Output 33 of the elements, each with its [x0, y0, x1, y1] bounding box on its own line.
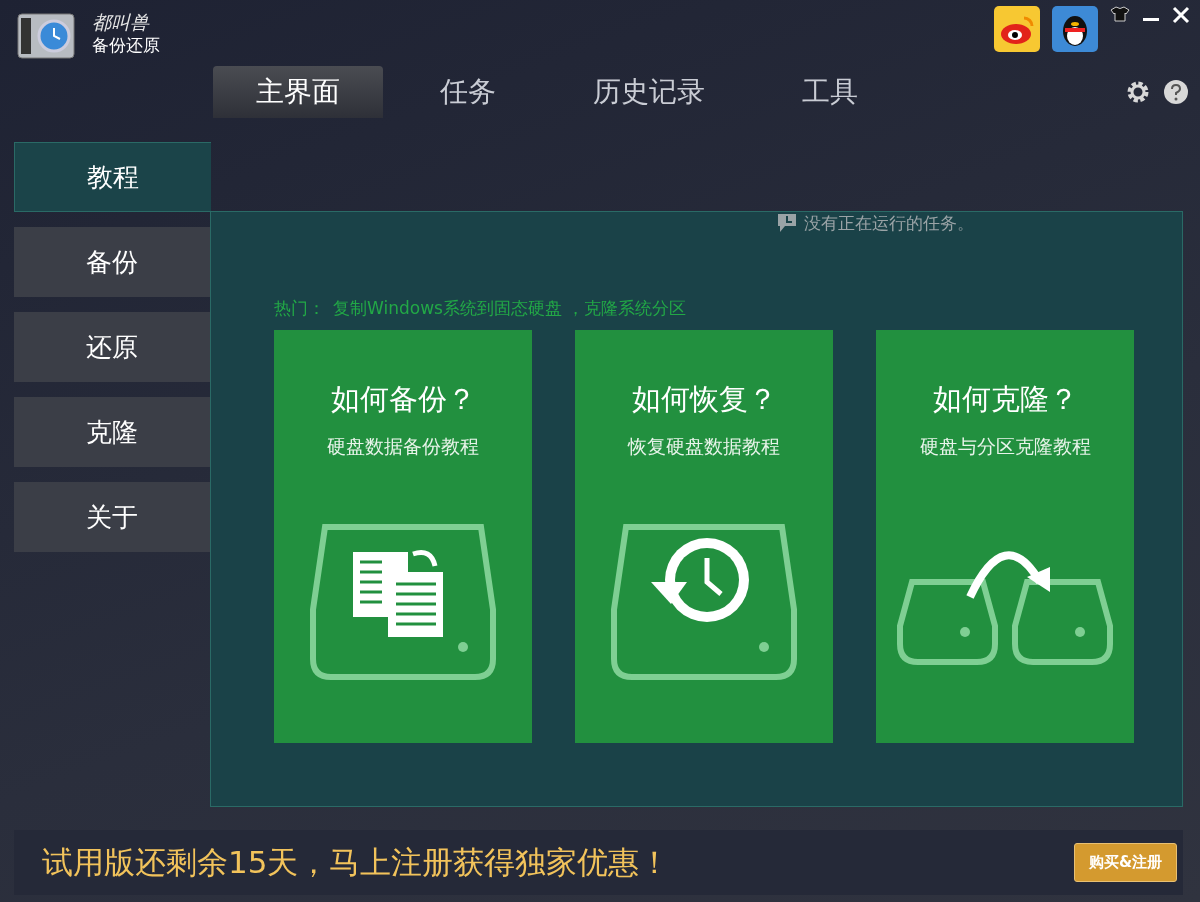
card-subtitle: 恢复硬盘数据教程 — [628, 434, 780, 459]
sidebar-item[interactable]: 还原 — [14, 312, 210, 382]
settings-icon[interactable] — [1126, 80, 1150, 104]
sidebar-item[interactable]: 备份 — [14, 227, 210, 297]
app-name: 备份还原 — [92, 34, 160, 56]
trial-message: 试用版还剩余15天，马上注册获得独家优惠！ — [42, 842, 671, 882]
drive-with-documents-icon — [308, 522, 498, 682]
hot-link[interactable]: 复制Windows系统到固态硬盘 ，克隆系统分区 — [333, 297, 687, 320]
close-icon[interactable] — [1172, 6, 1190, 24]
card-title: 如何克隆？ — [932, 381, 1078, 418]
card-title: 如何恢复？ — [631, 381, 777, 418]
card-subtitle: 硬盘数据备份教程 — [327, 434, 479, 459]
nav-tab[interactable]: 历史记录 — [553, 66, 745, 118]
hot-label: 热门： — [274, 297, 325, 320]
penguin-icon[interactable] — [1052, 6, 1098, 52]
sidebar-item[interactable]: 教程 — [14, 142, 211, 212]
nav-tab[interactable]: 主界面 — [213, 66, 383, 118]
brand-name: 都叫兽 — [92, 10, 151, 34]
nav-tab[interactable]: 工具 — [745, 66, 915, 118]
tutorial-card[interactable]: 如何备份？ 硬盘数据备份教程 — [274, 330, 532, 743]
eye-logo-icon[interactable] — [994, 6, 1040, 52]
tutorial-card[interactable]: 如何克隆？ 硬盘与分区克隆教程 — [876, 330, 1134, 743]
card-subtitle: 硬盘与分区克隆教程 — [919, 434, 1091, 459]
safe-icon — [16, 10, 78, 62]
nav-tab[interactable]: 任务 — [383, 66, 553, 118]
sidebar-item[interactable]: 克隆 — [14, 397, 210, 467]
card-title: 如何备份？ — [330, 381, 476, 418]
help-icon[interactable] — [1164, 80, 1188, 104]
tutorial-card[interactable]: 如何恢复？ 恢复硬盘数据教程 — [575, 330, 833, 743]
shirt-icon[interactable] — [1110, 6, 1130, 22]
sidebar-item[interactable]: 关于 — [14, 482, 210, 552]
drive-with-clock-icon — [609, 522, 799, 682]
task-status-text: 没有正在运行的任务。 — [804, 211, 974, 235]
